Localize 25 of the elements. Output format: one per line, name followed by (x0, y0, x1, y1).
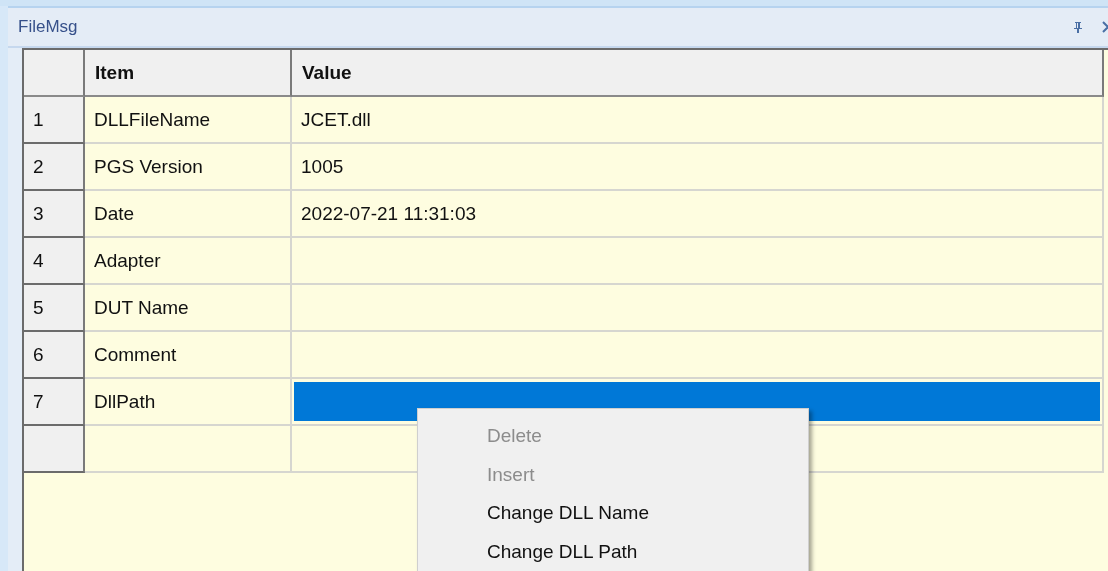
table-cell: DllPath (85, 379, 292, 426)
menu-item[interactable]: Change DLL Path (418, 532, 808, 571)
corner-header (24, 50, 85, 97)
row-header[interactable]: 6 (24, 332, 85, 379)
row-header[interactable]: 7 (24, 379, 85, 426)
row-header[interactable]: 3 (24, 191, 85, 238)
table-cell: PGS Version (85, 144, 292, 191)
cell-value: 1005 (300, 154, 345, 179)
table-cell: Adapter (85, 238, 292, 285)
panel-title: FileMsg (18, 17, 78, 37)
menu-item[interactable]: Change DLL Name (418, 494, 808, 533)
pin-icon[interactable] (1072, 21, 1084, 33)
row-header[interactable]: 1 (24, 97, 85, 144)
row-header[interactable]: 2 (24, 144, 85, 191)
column-header[interactable]: Value (292, 50, 1104, 97)
table-cell: Comment (85, 332, 292, 379)
row-header[interactable]: 5 (24, 285, 85, 332)
column-header[interactable]: Item (85, 50, 292, 97)
table-cell: DLLFileName (85, 97, 292, 144)
cell-value: 2022-07-21 11:31:03 (300, 201, 478, 226)
table-cell: Date (85, 191, 292, 238)
cell-value: JCET.dll (300, 107, 372, 132)
row-header[interactable] (24, 426, 85, 473)
row-header[interactable]: 4 (24, 238, 85, 285)
table-cell: DUT Name (85, 285, 292, 332)
